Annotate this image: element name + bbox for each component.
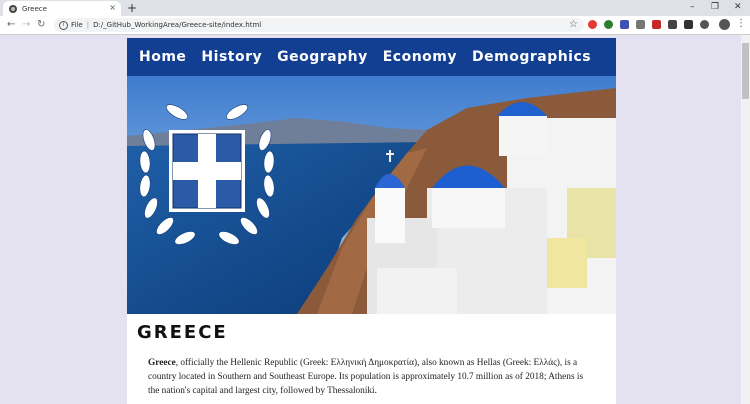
address-bar[interactable]: i File | D:/_GitHub_WorkingArea/Greece-s… xyxy=(54,18,584,32)
hero-image: Home History Geography Economy Demograph… xyxy=(127,38,616,314)
extension-circle-icon[interactable] xyxy=(700,20,709,29)
scrollbar[interactable] xyxy=(741,35,750,404)
menu-icon[interactable]: ⋮ xyxy=(736,18,746,29)
extension-blue-icon[interactable] xyxy=(620,20,629,29)
nav-history[interactable]: History xyxy=(201,49,262,65)
extension-black-icon[interactable] xyxy=(684,20,693,29)
extension-red-icon[interactable] xyxy=(588,20,597,29)
profile-icon[interactable] xyxy=(719,19,730,30)
url-separator: | xyxy=(86,21,90,29)
tab-close-icon[interactable]: × xyxy=(109,3,116,12)
back-icon[interactable]: ← xyxy=(7,19,15,31)
restore-button[interactable]: ❐ xyxy=(711,2,719,12)
reload-icon[interactable]: ↻ xyxy=(37,19,45,31)
star-icon[interactable]: ☆ xyxy=(569,19,578,30)
main-content: GREECE Greece, officially the Hellenic R… xyxy=(127,314,616,404)
nav-home[interactable]: Home xyxy=(139,49,186,65)
browser-tab[interactable]: Greece × xyxy=(3,1,121,16)
url-text: D:/_GitHub_WorkingArea/Greece-site/index… xyxy=(93,21,262,29)
forward-icon[interactable]: → xyxy=(22,19,30,31)
info-icon[interactable]: i xyxy=(59,20,68,30)
nav-economy[interactable]: Economy xyxy=(383,49,457,65)
new-tab-button[interactable]: + xyxy=(127,0,137,16)
extension-grey-icon[interactable] xyxy=(636,20,645,29)
page-title: GREECE xyxy=(137,322,228,343)
tab-title: Greece xyxy=(22,4,47,13)
intro-paragraph: Greece, officially the Hellenic Republic… xyxy=(148,356,588,398)
scrollbar-thumb[interactable] xyxy=(742,43,749,99)
url-scheme: File xyxy=(71,21,83,29)
nav-demographics[interactable]: Demographics xyxy=(472,49,591,65)
extension-green-icon[interactable] xyxy=(604,20,613,29)
extension-darkred-icon[interactable] xyxy=(652,20,661,29)
favicon-icon xyxy=(9,4,17,13)
intro-bold: Greece xyxy=(148,358,176,368)
coat-of-arms-icon xyxy=(139,104,275,245)
intro-text: , officially the Hellenic Republic (Gree… xyxy=(148,358,584,396)
nav-geography[interactable]: Geography xyxy=(277,49,368,65)
minimize-button[interactable]: – xyxy=(690,2,695,12)
main-nav: Home History Geography Economy Demograph… xyxy=(127,38,616,76)
browser-toolbar: ← → ↻ i File | D:/_GitHub_WorkingArea/Gr… xyxy=(0,16,750,35)
extension-dark-icon[interactable] xyxy=(668,20,677,29)
close-window-button[interactable]: ✕ xyxy=(734,2,742,12)
web-page: Home History Geography Economy Demograph… xyxy=(127,38,616,404)
tab-strip: Greece × + – ❐ ✕ xyxy=(0,0,750,16)
